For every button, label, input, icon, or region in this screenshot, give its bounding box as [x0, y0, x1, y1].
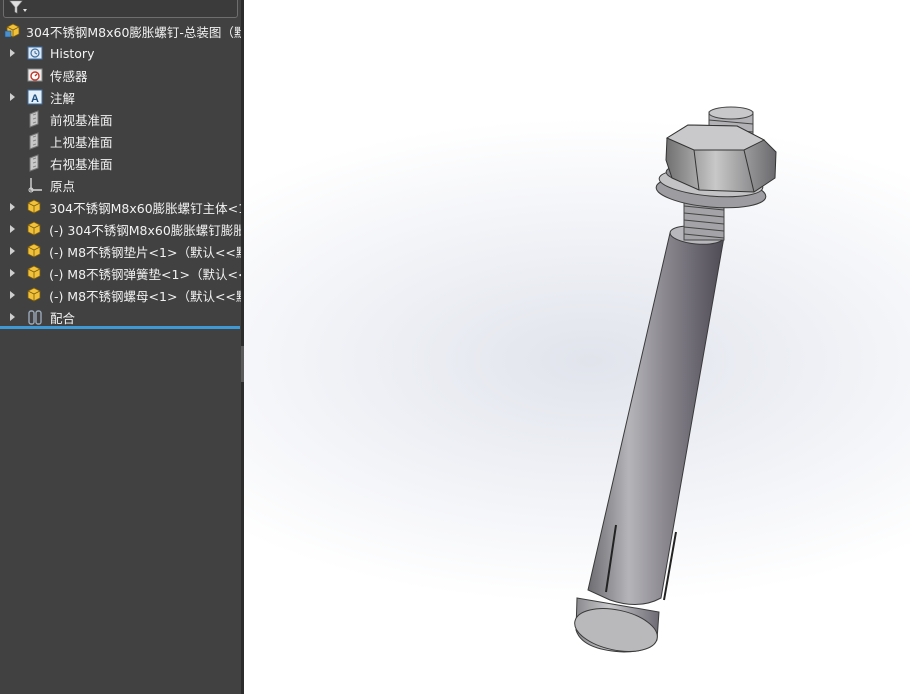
tree-item[interactable]: 右视基准面	[0, 152, 241, 174]
tree-separator	[0, 326, 240, 329]
tree-item-label: History	[50, 45, 95, 61]
part-icon	[25, 264, 43, 282]
expand-arrow-icon[interactable]	[8, 268, 17, 278]
tree-item-label: (-) M8不锈钢垫片<1>（默认<<默认	[49, 244, 241, 260]
tree-root-assembly[interactable]: 304不锈钢M8x60膨胀螺钉-总装图（默认	[0, 20, 241, 42]
part-icon	[25, 242, 43, 260]
tree-item-label: (-) M8不锈钢弹簧垫<1>（默认<<默	[49, 266, 241, 282]
expand-arrow-icon[interactable]	[8, 92, 18, 102]
tree-item-label: 配合	[50, 310, 76, 326]
graphics-viewport[interactable]	[244, 0, 910, 694]
bolt-assembly	[574, 106, 777, 653]
expand-arrow-icon[interactable]	[8, 202, 17, 212]
tree-item[interactable]: 上视基准面	[0, 130, 241, 152]
part-icon	[25, 198, 43, 216]
feature-manager-tree: 304不锈钢M8x60膨胀螺钉-总装图（默认 History 传感器 A 注解前视基准…	[0, 0, 241, 694]
tree-item[interactable]: 传感器	[0, 64, 241, 86]
tree-item-label: 上视基准面	[50, 134, 113, 150]
tree-item[interactable]: (-) M8不锈钢垫片<1>（默认<<默认	[0, 240, 241, 262]
origin-icon	[26, 176, 44, 194]
annotation-icon: A	[26, 88, 44, 106]
tree-item-label: 前视基准面	[50, 112, 113, 128]
tree-item-label: (-) 304不锈钢M8x60膨胀螺钉膨胀套	[49, 222, 241, 238]
tree-item-label: 注解	[50, 90, 76, 106]
mates-icon	[26, 308, 44, 326]
expand-arrow-icon[interactable]	[8, 290, 17, 300]
tree-item[interactable]: 配合	[0, 306, 241, 328]
filter-box[interactable]	[3, 0, 238, 18]
expand-arrow-icon[interactable]	[8, 246, 17, 256]
assembly-icon	[4, 22, 22, 40]
svg-text:A: A	[31, 93, 39, 105]
tree-item-label: (-) M8不锈钢螺母<1>（默认<<默认	[49, 288, 241, 304]
part-icon	[25, 286, 43, 304]
plane-icon	[26, 132, 44, 150]
expand-arrow-icon[interactable]	[8, 48, 18, 58]
tree-item-label: 304不锈钢M8x60膨胀螺钉主体<1>	[49, 200, 241, 216]
tree-item[interactable]: (-) M8不锈钢弹簧垫<1>（默认<<默	[0, 262, 241, 284]
tree-item[interactable]: A 注解	[0, 86, 241, 108]
tree-toolbar	[0, 0, 241, 18]
plane-icon	[26, 110, 44, 128]
tree-root-label: 304不锈钢M8x60膨胀螺钉-总装图（默认	[26, 24, 241, 40]
tree-item[interactable]: (-) M8不锈钢螺母<1>（默认<<默认	[0, 284, 241, 306]
tree-item[interactable]: (-) 304不锈钢M8x60膨胀螺钉膨胀套	[0, 218, 241, 240]
tree-item-label: 右视基准面	[50, 156, 113, 172]
tree-item-label: 原点	[50, 178, 76, 194]
filter-icon[interactable]	[7, 0, 29, 16]
tree-item-label: 传感器	[50, 68, 88, 84]
expansion-bolt-model[interactable]	[244, 0, 910, 694]
part-icon	[25, 220, 43, 238]
expand-arrow-icon[interactable]	[8, 224, 17, 234]
tree-item[interactable]: 前视基准面	[0, 108, 241, 130]
sensor-icon	[26, 66, 44, 84]
history-icon	[26, 44, 44, 62]
tree-item[interactable]: History	[0, 42, 241, 64]
tree-item[interactable]: 304不锈钢M8x60膨胀螺钉主体<1>	[0, 196, 241, 218]
plane-icon	[26, 154, 44, 172]
expand-arrow-icon[interactable]	[8, 312, 18, 322]
tree-item[interactable]: 原点	[0, 174, 241, 196]
